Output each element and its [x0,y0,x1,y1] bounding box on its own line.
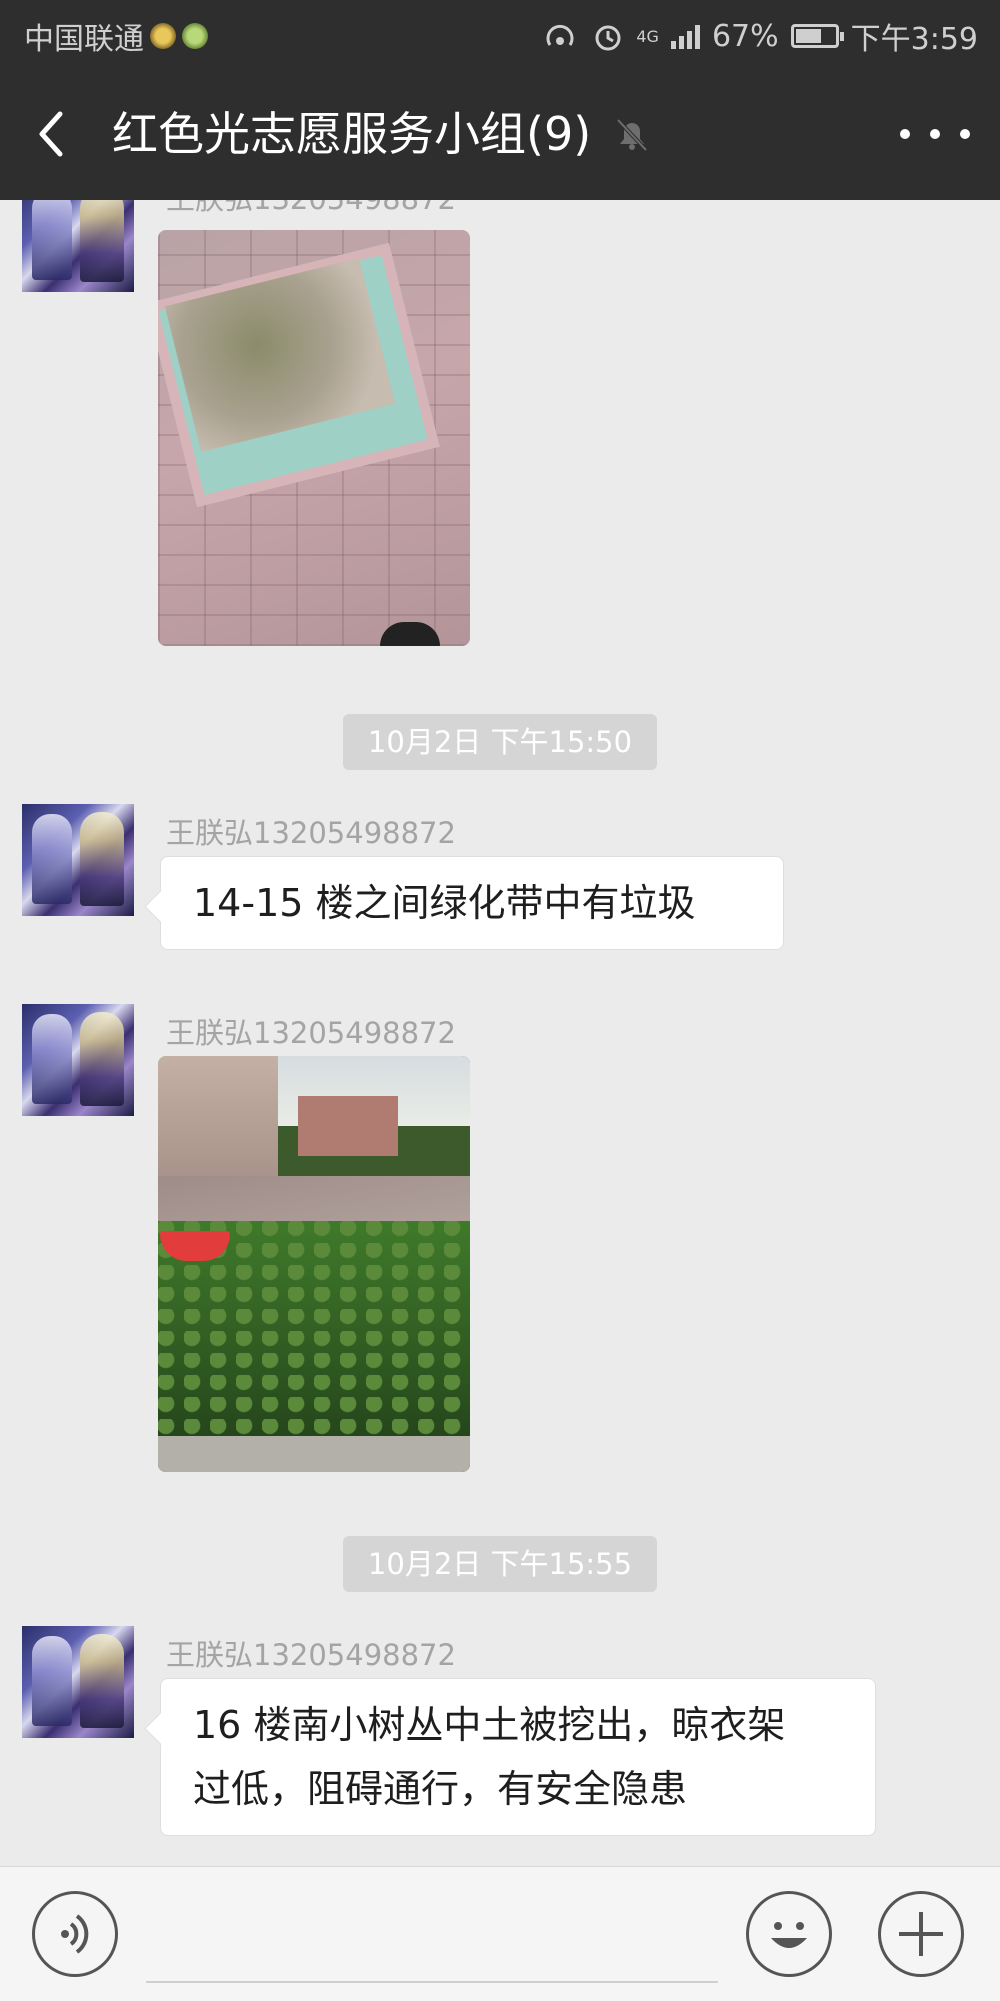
voice-input-button[interactable] [32,1891,118,1977]
message-text-line: 过低，阻碍通行，有安全隐患 [193,1767,688,1811]
sender-name: 王朕弘13205498872 [166,816,456,850]
avatar[interactable] [22,1004,134,1116]
message-text-line: 16 楼南小树丛中土被挖出，晾衣架 [193,1703,786,1747]
chat-title: 红色光志愿服务小组(9) [112,107,592,161]
photo-building [298,1096,398,1156]
voice-icon [61,1914,89,1954]
text-message-bubble[interactable]: 16 楼南小树丛中土被挖出，晾衣架 过低，阻碍通行，有安全隐患 [160,1678,876,1836]
battery-percent: 67% [711,18,779,54]
sender-name: 王朕弘13205498872 [166,200,456,218]
network-type: 4G [636,26,659,46]
clock: 下午3:59 [850,22,978,57]
sender-name: 王朕弘13205498872 [166,1016,456,1050]
message-item: 王朕弘13205498872 16 楼南小树丛中土被挖出，晾衣架 过低，阻碍通行… [0,1626,1000,1865]
mute-bell-icon [610,112,654,156]
image-message[interactable] [158,230,470,646]
app-notification-icon [182,23,208,49]
message-item: 王朕弘13205498872 14-15 楼之间绿化带中有垃圾 [0,804,1000,974]
message-input[interactable] [146,1981,718,1983]
avatar[interactable] [22,1626,134,1738]
hotspot-icon [546,24,574,46]
timestamp-divider: 10月2日 下午15:50 [343,714,657,770]
more-dot-icon [960,129,970,139]
plus-icon [899,1912,943,1956]
avatar[interactable] [22,200,134,292]
status-right: 4G 67% 下午3:59 [544,14,978,58]
more-options-button[interactable] [900,114,970,154]
carrier-name: 中国联通 [24,22,144,57]
timestamp-divider: 10月2日 下午15:55 [343,1536,657,1592]
message-item: 王朕弘13205498872 [0,1004,1000,1474]
message-item: 王朕弘13205498872 [0,200,1000,650]
mail-notification-icon [150,23,176,49]
text-message-bubble[interactable]: 14-15 楼之间绿化带中有垃圾 [160,856,784,950]
more-actions-button[interactable] [878,1891,964,1977]
photo-curb [158,1436,470,1472]
status-left: 中国联通 [24,14,208,58]
signal-icon [670,23,700,49]
more-dot-icon [900,129,910,139]
back-button[interactable] [28,104,84,164]
chat-header: 红色光志愿服务小组(9) [0,66,1000,200]
avatar[interactable] [22,804,134,916]
smiley-icon [771,1922,807,1948]
photo-shoe [380,622,440,646]
more-dot-icon [930,129,940,139]
emoji-button[interactable] [746,1891,832,1977]
chevron-left-icon [39,111,63,157]
status-bar: 中国联通 4G 67% 下午3:59 [0,0,1000,66]
battery-icon [790,24,844,48]
alarm-icon [595,25,621,51]
image-message[interactable] [158,1056,470,1472]
sender-name: 王朕弘13205498872 [166,1638,456,1672]
message-text: 14-15 楼之间绿化带中有垃圾 [193,881,696,925]
battery-fill [795,29,822,43]
chat-message-list[interactable]: 王朕弘13205498872 10月2日 下午15:50 王朕弘13205498… [0,200,1000,1865]
input-bar [0,1866,1000,2001]
